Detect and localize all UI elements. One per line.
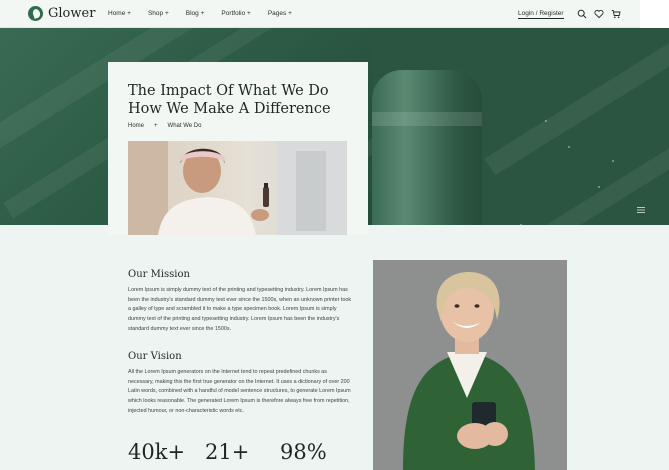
leaf-logo-icon bbox=[28, 6, 43, 21]
cart-icon[interactable] bbox=[611, 9, 621, 19]
brand-name: Glower bbox=[48, 6, 96, 21]
stat-value: 98% bbox=[280, 440, 327, 464]
breadcrumb-separator: + bbox=[154, 123, 158, 129]
search-icon[interactable] bbox=[577, 9, 587, 19]
menu-lines-icon[interactable] bbox=[637, 206, 645, 214]
breadcrumb-current: What We Do bbox=[167, 123, 202, 129]
breadcrumb: Home + What We Do bbox=[128, 123, 211, 129]
mission-heading: Our Mission bbox=[128, 269, 190, 280]
menu-button[interactable] bbox=[640, 0, 669, 28]
stat-value: 21+ bbox=[205, 440, 250, 464]
nav-item-pages[interactable]: Pages + bbox=[268, 10, 292, 17]
nav-item-blog[interactable]: Blog + bbox=[186, 10, 205, 17]
vision-text: All the Lorem Ipsum generators on the In… bbox=[128, 369, 351, 414]
page-title-card: The Impact Of What We Do How We Make A D… bbox=[108, 62, 368, 235]
heart-icon[interactable] bbox=[594, 9, 604, 19]
woman-spray-photo bbox=[128, 141, 347, 235]
login-register-link[interactable]: Login / Register bbox=[518, 10, 564, 19]
product-jar-image bbox=[372, 70, 482, 225]
nav-item-shop[interactable]: Shop + bbox=[148, 10, 169, 17]
smiling-woman-photo bbox=[373, 260, 567, 470]
stat-value: 40k+ bbox=[128, 440, 186, 464]
page-title: The Impact Of What We Do How We Make A D… bbox=[128, 83, 331, 117]
main-nav: Home + Shop + Blog + Portfolio + Pages + bbox=[108, 10, 309, 17]
site-header: Glower Home + Shop + Blog + Portfolio + … bbox=[0, 0, 669, 28]
nav-item-portfolio[interactable]: Portfolio + bbox=[221, 10, 250, 17]
breadcrumb-home[interactable]: Home bbox=[128, 123, 144, 129]
vision-heading: Our Vision bbox=[128, 351, 182, 362]
mission-text: Lorem Ipsum is simply dummy text of the … bbox=[128, 287, 352, 332]
nav-item-home[interactable]: Home + bbox=[108, 10, 131, 17]
brand-logo[interactable]: Glower bbox=[28, 6, 95, 21]
